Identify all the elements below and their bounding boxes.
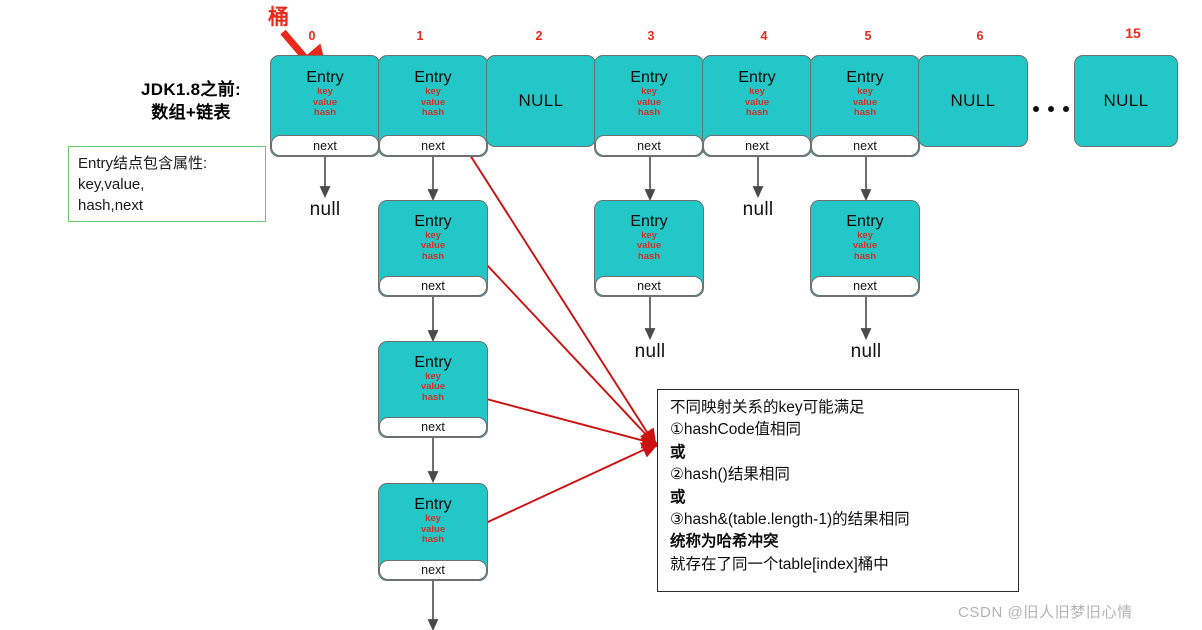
bucket-null-label: NULL [518, 91, 564, 110]
note-line-2: key,value, [78, 176, 145, 193]
explain-line-5: 或 [670, 488, 686, 506]
explain-line-6: ③hash&(table.length-1)的结果相同 [670, 511, 910, 529]
bucket-cell-3[interactable]: Entry key value hash next [594, 55, 704, 157]
entry-field-hash: hash [421, 391, 445, 403]
entry-body: Entry key value hash [379, 342, 487, 415]
entry-next-slot[interactable]: next [703, 135, 811, 156]
entry-next-slot[interactable]: next [811, 135, 919, 156]
entry-title: Entry [846, 69, 884, 87]
bucket-cell-1[interactable]: Entry key value hash next [378, 55, 488, 157]
entry-field-hash: hash [313, 107, 337, 119]
chain-null-terminator-b5: null [850, 341, 882, 362]
watermark: CSDN @旧人旧梦旧心情 [958, 604, 1133, 621]
chain-node-b5-1[interactable]: Entry key value hash next [810, 200, 920, 297]
bucket-cell-15[interactable]: NULL [1074, 55, 1178, 147]
bucket-callout-label: 桶 [268, 6, 289, 29]
diagram-canvas: JDK1.8之前: 数组+链表 桶 Entry结点包含属性: key,value… [0, 0, 1202, 630]
entry-fields: key value hash [745, 87, 769, 119]
entry-next-slot[interactable]: next [379, 560, 487, 580]
entry-fields: key value hash [637, 230, 661, 263]
page-title-line1: JDK1.8之前: [140, 80, 241, 99]
chain-null-terminator-b3: null [634, 341, 666, 362]
hash-collision-explanation-box: 不同映射关系的key可能满足 ①hashCode值相同 或 ②hash()结果相… [657, 389, 1019, 592]
entry-title: Entry [630, 69, 668, 87]
entry-next-slot[interactable]: next [271, 135, 379, 156]
chain-node-b1-2[interactable]: Entry key value hash next [378, 341, 488, 438]
entry-body: Entry key value hash [379, 201, 487, 274]
page-title: JDK1.8之前: 数组+链表 [96, 78, 286, 124]
bucket-index-0: 0 [308, 29, 316, 43]
entry-body: Entry key value hash [271, 56, 379, 132]
bucket-cell-0[interactable]: Entry key value hash next [270, 55, 380, 157]
explain-line-2: ①hashCode值相同 [670, 421, 802, 439]
entry-next-slot[interactable]: next [595, 135, 703, 156]
entry-attributes-note: Entry结点包含属性: key,value, hash,next [68, 146, 266, 222]
explain-line-4: ②hash()结果相同 [670, 466, 790, 484]
entry-title: Entry [414, 69, 452, 87]
entry-fields: key value hash [637, 87, 661, 119]
entry-next-slot[interactable]: next [595, 276, 703, 296]
chain-null-terminator-b4: null [742, 199, 774, 220]
entry-body: Entry key value hash [379, 56, 487, 132]
entry-title: Entry [414, 353, 452, 371]
entry-body: Entry key value hash [811, 201, 919, 274]
entry-field-hash: hash [853, 107, 877, 119]
entry-title: Entry [414, 212, 452, 230]
bucket-null-label: NULL [950, 91, 996, 110]
bucket-index-15: 15 [1125, 25, 1141, 41]
entry-body: Entry key value hash [379, 484, 487, 558]
explain-line-3: 或 [670, 443, 686, 461]
entry-body: Entry key value hash [595, 56, 703, 132]
entry-field-hash: hash [853, 250, 877, 262]
ellipsis-icon [1033, 106, 1069, 112]
note-line-3: hash,next [78, 197, 144, 214]
chain-node-b3-1[interactable]: Entry key value hash next [594, 200, 704, 297]
entry-fields: key value hash [853, 230, 877, 263]
entry-body: Entry key value hash [595, 201, 703, 274]
entry-fields: key value hash [421, 87, 445, 119]
bucket-cell-2[interactable]: NULL [486, 55, 596, 147]
entry-next-slot[interactable]: next [379, 417, 487, 437]
entry-title: Entry [630, 212, 668, 230]
bucket-cell-6[interactable]: NULL [918, 55, 1028, 147]
entry-title: Entry [846, 212, 884, 230]
bucket-index-2: 2 [535, 29, 543, 43]
entry-fields: key value hash [421, 230, 445, 263]
bucket-cell-5[interactable]: Entry key value hash next [810, 55, 920, 157]
entry-title: Entry [306, 69, 344, 87]
entry-next-slot[interactable]: next [811, 276, 919, 296]
bucket-index-3: 3 [647, 29, 655, 43]
entry-field-hash: hash [421, 534, 445, 546]
bucket-null-label: NULL [1103, 91, 1149, 110]
entry-title: Entry [414, 496, 452, 514]
bucket-index-1: 1 [416, 29, 424, 43]
entry-fields: key value hash [421, 371, 445, 404]
entry-field-hash: hash [421, 250, 445, 262]
entry-fields: key value hash [313, 87, 337, 119]
bucket-index-4: 4 [760, 29, 768, 43]
entry-field-hash: hash [637, 250, 661, 262]
bucket-index-5: 5 [864, 29, 872, 43]
bucket-index-6: 6 [976, 29, 984, 43]
entry-fields: key value hash [853, 87, 877, 119]
explain-line-7: 统称为哈希冲突 [670, 533, 779, 551]
entry-field-hash: hash [745, 107, 769, 119]
entry-body: Entry key value hash [811, 56, 919, 132]
entry-field-hash: hash [421, 107, 445, 119]
chain-node-b1-1[interactable]: Entry key value hash next [378, 200, 488, 297]
page-title-line2: 数组+链表 [151, 103, 231, 122]
entry-next-slot[interactable]: next [379, 276, 487, 296]
chain-node-b1-3[interactable]: Entry key value hash next [378, 483, 488, 581]
entry-next-slot[interactable]: next [379, 135, 487, 156]
bucket-cell-4[interactable]: Entry key value hash next [702, 55, 812, 157]
chain-null-terminator-b0: null [309, 199, 341, 220]
entry-fields: key value hash [421, 514, 445, 546]
explain-line-1: 不同映射关系的key可能满足 [670, 399, 865, 416]
entry-body: Entry key value hash [703, 56, 811, 132]
note-line-1: Entry结点包含属性: [78, 155, 208, 172]
entry-title: Entry [738, 69, 776, 87]
entry-field-hash: hash [637, 107, 661, 119]
explain-line-8: 就存在了同一个table[index]桶中 [670, 555, 889, 573]
